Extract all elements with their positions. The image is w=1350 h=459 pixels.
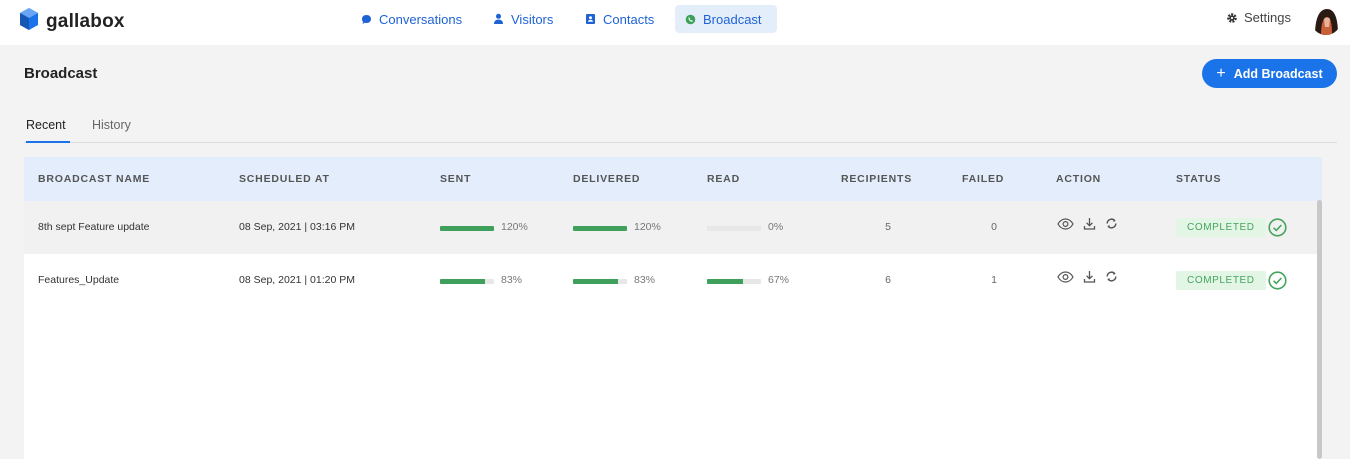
download-icon[interactable]	[1083, 217, 1096, 230]
table-row[interactable]: Features_Update 08 Sep, 2021 | 01:20 PM …	[24, 254, 1322, 307]
recipients-count: 5	[885, 221, 891, 233]
tab-recent[interactable]: Recent	[26, 118, 70, 143]
logo-text: gallabox	[46, 10, 125, 32]
sent-progress-fill	[440, 279, 485, 284]
delivered-progress-bar	[573, 226, 627, 231]
broadcast-name[interactable]: Features_Update	[38, 274, 119, 286]
column-header-failed[interactable]: FAILED	[962, 173, 1004, 185]
table-scrollbar[interactable]	[1317, 200, 1322, 459]
read-progress-bar	[707, 226, 761, 231]
page-title: Broadcast	[24, 65, 98, 82]
whatsapp-icon	[685, 14, 696, 25]
broadcast-name[interactable]: 8th sept Feature update	[38, 221, 150, 233]
nav-broadcast[interactable]: Broadcast	[675, 5, 777, 33]
contact-book-icon	[585, 13, 596, 25]
delivered-percent: 120%	[634, 221, 661, 233]
nav-label: Conversations	[379, 11, 463, 27]
broadcast-tabs: Recent History	[24, 118, 1337, 143]
recipients-count: 6	[885, 274, 891, 286]
column-header-action: ACTION	[1056, 173, 1102, 185]
person-icon	[493, 13, 504, 25]
delivered-progress-fill	[573, 279, 618, 284]
column-header-broadcast-name[interactable]: BROADCAST NAME	[38, 173, 150, 185]
completed-check-icon	[1268, 218, 1287, 242]
row-actions	[1057, 270, 1127, 283]
gear-icon	[1226, 12, 1238, 24]
column-header-read[interactable]: READ	[707, 173, 740, 185]
broadcast-table: BROADCAST NAME SCHEDULED AT SENT DELIVER…	[24, 157, 1322, 459]
add-broadcast-button[interactable]: + Add Broadcast	[1202, 59, 1337, 88]
scheduled-at: 08 Sep, 2021 | 01:20 PM	[239, 274, 355, 286]
read-progress-fill	[707, 279, 744, 284]
app-logo[interactable]: gallabox	[18, 7, 125, 36]
gallabox-logo-icon	[18, 7, 40, 36]
delivered-progress-bar	[573, 279, 627, 284]
sent-percent: 120%	[501, 221, 528, 233]
nav-contacts[interactable]: Contacts	[575, 5, 664, 33]
nav-label: Broadcast	[703, 11, 762, 27]
read-percent: 67%	[768, 274, 790, 286]
settings-label: Settings	[1244, 10, 1291, 25]
retry-icon[interactable]	[1105, 217, 1118, 230]
settings-link[interactable]: Settings	[1226, 10, 1291, 25]
sent-progress-fill	[440, 226, 494, 231]
read-progress-bar	[707, 279, 761, 284]
failed-count: 1	[991, 274, 997, 286]
status-badge: COMPLETED	[1176, 218, 1266, 237]
plus-icon: +	[1216, 64, 1226, 82]
table-row[interactable]: 8th sept Feature update 08 Sep, 2021 | 0…	[24, 201, 1322, 254]
column-header-status[interactable]: STATUS	[1176, 173, 1221, 185]
tab-history[interactable]: History	[92, 118, 131, 143]
delivered-progress-fill	[573, 226, 627, 231]
retry-icon[interactable]	[1105, 270, 1118, 283]
nav-conversations[interactable]: Conversations	[351, 5, 472, 33]
nav-label: Visitors	[511, 11, 554, 27]
status-badge: COMPLETED	[1176, 271, 1266, 290]
failed-count: 0	[991, 221, 997, 233]
user-avatar[interactable]	[1311, 5, 1341, 35]
completed-check-icon	[1268, 271, 1287, 295]
sent-percent: 83%	[501, 274, 523, 286]
download-icon[interactable]	[1083, 270, 1096, 283]
column-header-sent[interactable]: SENT	[440, 173, 471, 185]
view-icon[interactable]	[1057, 217, 1074, 230]
delivered-percent: 83%	[634, 274, 656, 286]
table-header: BROADCAST NAME SCHEDULED AT SENT DELIVER…	[24, 157, 1322, 201]
nav-visitors[interactable]: Visitors	[483, 5, 563, 33]
nav-label: Contacts	[603, 11, 655, 27]
column-header-delivered[interactable]: DELIVERED	[573, 173, 640, 185]
chat-bubble-icon	[361, 14, 372, 25]
read-percent: 0%	[768, 221, 784, 233]
add-broadcast-label: Add Broadcast	[1233, 66, 1323, 81]
view-icon[interactable]	[1057, 270, 1074, 283]
row-actions	[1057, 217, 1127, 230]
top-navigation-bar: gallabox Conversations Visitors Contacts…	[0, 0, 1350, 45]
sent-progress-bar	[440, 226, 494, 231]
sent-progress-bar	[440, 279, 494, 284]
column-header-recipients[interactable]: RECIPIENTS	[841, 173, 912, 185]
column-header-scheduled-at[interactable]: SCHEDULED AT	[239, 173, 330, 185]
scheduled-at: 08 Sep, 2021 | 03:16 PM	[239, 221, 355, 233]
